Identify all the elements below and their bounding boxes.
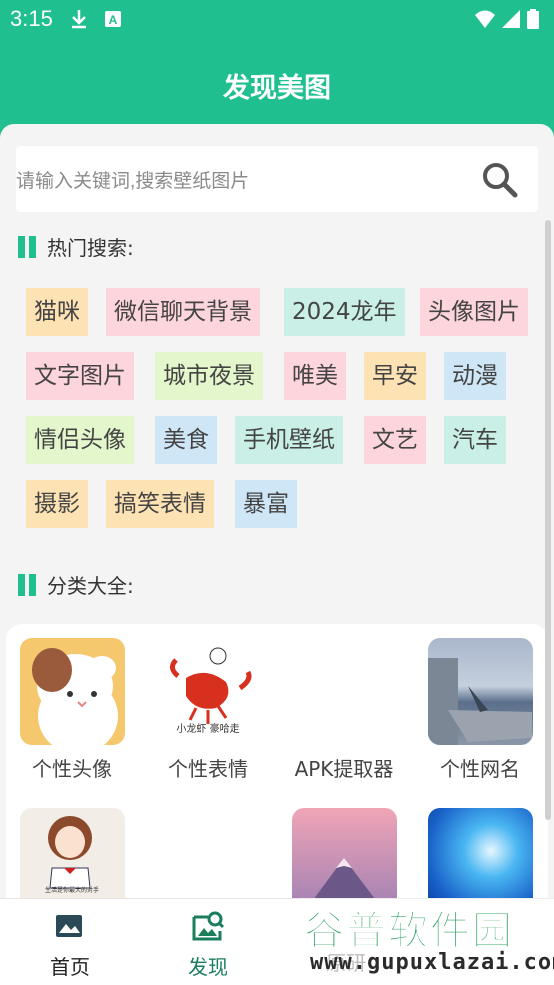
hot-tag[interactable]: 摄影 — [26, 480, 88, 528]
status-bar: 3:15 A — [0, 0, 554, 40]
search-input[interactable]: 请输入关键词,搜索壁纸图片 — [16, 166, 249, 193]
hot-tag[interactable]: 动漫 — [444, 352, 506, 400]
category-item[interactable] — [415, 808, 545, 900]
category-item[interactable] — [279, 808, 409, 900]
section-marker-icon — [18, 574, 36, 596]
hot-tag[interactable]: 搞笑表情 — [106, 480, 214, 528]
hot-tag[interactable]: 美食 — [155, 416, 217, 464]
signal-icon — [502, 10, 520, 28]
category-nickname[interactable]: 个性网名 — [415, 638, 545, 782]
nav-home-label: 首页 — [50, 955, 90, 979]
watermark-url: www.gupuxlazai.com — [310, 950, 554, 975]
search-icon[interactable] — [480, 160, 520, 200]
categories-grid: 个性头像 小龙虾 豪哈走 个性表情 APK提取器 个性网名 生活是你最大的对手 — [6, 624, 548, 900]
battery-icon — [527, 9, 539, 29]
category-label: 个性头像 — [32, 757, 112, 781]
svg-text:小龙虾 豪哈走: 小龙虾 豪哈走 — [176, 722, 239, 735]
status-time: 3:15 — [10, 6, 53, 31]
section-marker-icon — [18, 236, 36, 258]
category-apk-extractor[interactable]: APK提取器 — [279, 638, 409, 782]
category-label: 个性表情 — [168, 757, 248, 781]
hot-tag[interactable]: 情侣头像 — [26, 416, 134, 464]
hot-tag[interactable]: 2024龙年 — [284, 288, 405, 336]
watermark: 谷普软件园 www.gupuxlazai.com — [300, 898, 554, 984]
hot-tag[interactable]: 猫咪 — [26, 288, 88, 336]
hot-tag[interactable]: 唯美 — [284, 352, 346, 400]
main-content[interactable]: 请输入关键词,搜索壁纸图片 热门搜索: 猫咪 微信聊天背景 2024龙年 头像图… — [0, 124, 554, 900]
apk-thumbnail — [291, 638, 397, 745]
hot-tag[interactable]: 城市夜景 — [155, 352, 263, 400]
categories-title: 分类大全: — [47, 574, 134, 598]
hot-tag[interactable]: 早安 — [364, 352, 426, 400]
nav-home[interactable]: 首页 — [10, 909, 130, 980]
category-avatar[interactable]: 个性头像 — [7, 638, 137, 782]
category-emoji[interactable]: 小龙虾 豪哈走 个性表情 — [143, 638, 273, 782]
hot-tag[interactable]: 文字图片 — [26, 352, 134, 400]
gallery-icon — [56, 915, 82, 937]
app-bar: 发现美图 — [0, 40, 554, 126]
app-notification-icon: A — [105, 11, 121, 27]
download-icon — [72, 10, 86, 29]
nav-discover-label: 发现 — [188, 955, 228, 979]
svg-text:生活是你最大的对手: 生活是你最大的对手 — [44, 886, 98, 894]
hot-tag[interactable]: 头像图片 — [420, 288, 528, 336]
category-item[interactable] — [143, 808, 273, 900]
hot-tag[interactable]: 微信聊天背景 — [106, 288, 260, 336]
hot-tag[interactable]: 手机壁纸 — [235, 416, 343, 464]
nickname-thumbnail — [427, 638, 533, 745]
hot-tag[interactable]: 暴富 — [235, 480, 297, 528]
category-thumbnail — [155, 808, 261, 900]
mountain-thumbnail — [291, 808, 397, 900]
hot-search-title: 热门搜索: — [47, 236, 134, 260]
scrollbar[interactable] — [545, 220, 551, 820]
girl-thumbnail: 生活是你最大的对手 — [19, 808, 125, 900]
page-title: 发现美图 — [223, 73, 331, 104]
hot-tag[interactable]: 文艺 — [364, 416, 426, 464]
emoji-thumbnail: 小龙虾 豪哈走 — [155, 638, 261, 745]
image-search-icon — [192, 911, 225, 941]
watermark-logo-text: 谷普软件园 — [304, 908, 514, 955]
wifi-icon — [475, 10, 495, 28]
category-item[interactable]: 生活是你最大的对手 — [7, 808, 137, 900]
avatar-thumbnail — [19, 638, 125, 745]
category-label: 个性网名 — [440, 757, 520, 781]
search-bar[interactable]: 请输入关键词,搜索壁纸图片 — [16, 146, 538, 212]
category-label: APK提取器 — [294, 757, 394, 781]
nav-discover[interactable]: 发现 — [148, 909, 268, 980]
sparkle-thumbnail — [427, 808, 533, 900]
svg-text:A: A — [109, 13, 118, 27]
hot-tag[interactable]: 汽车 — [444, 416, 506, 464]
